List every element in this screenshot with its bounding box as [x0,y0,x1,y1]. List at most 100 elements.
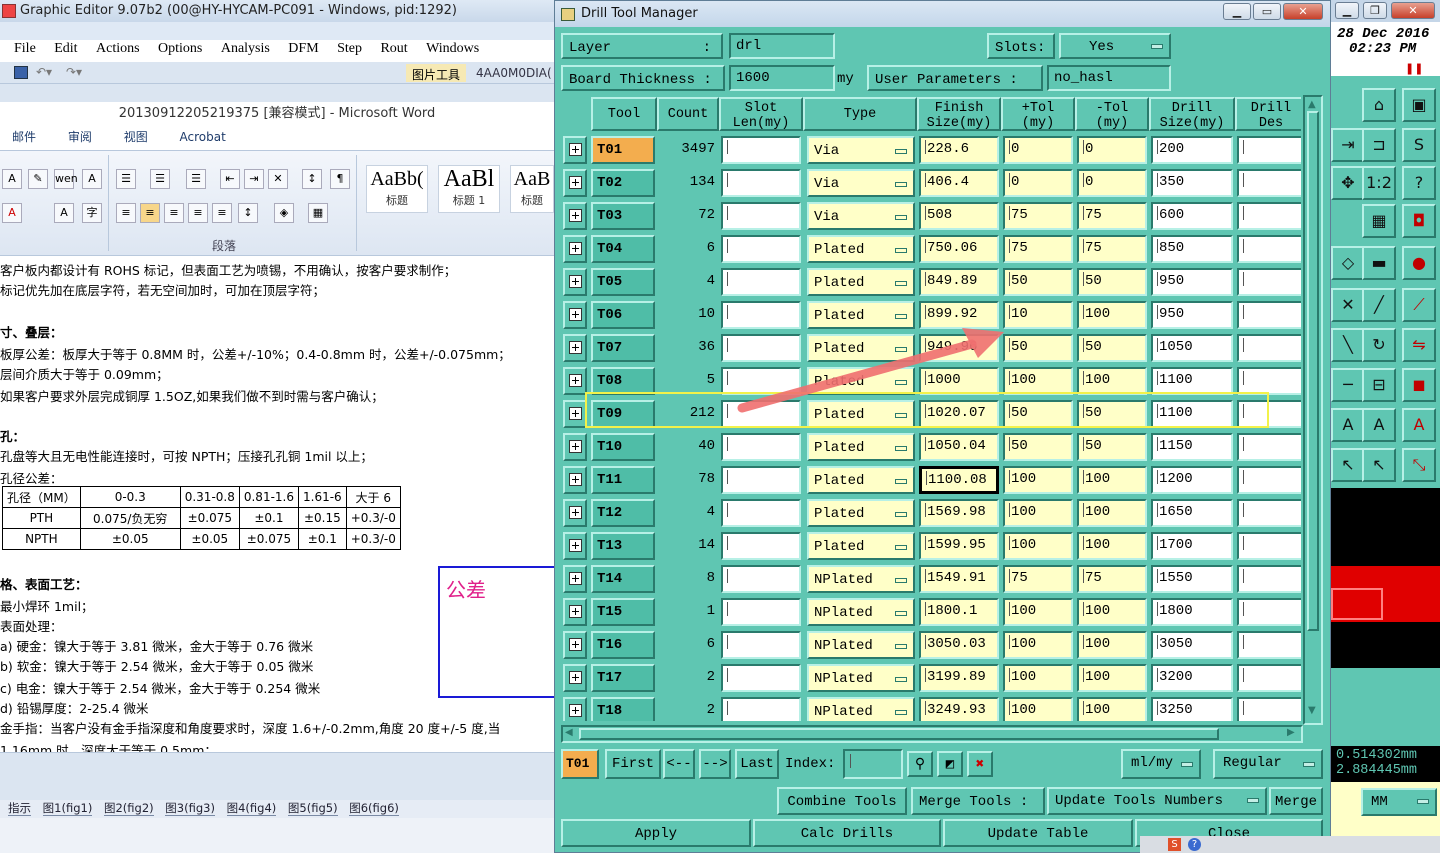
tool-cell[interactable]: T04 [591,235,655,263]
table-row[interactable]: T10 40 Plated 1050.04 50 50 1150 [561,430,1301,463]
char-shading-icon[interactable]: A [54,203,74,223]
slot-len-input[interactable] [721,631,801,659]
finish-size-input[interactable]: 1100.08 [919,466,999,494]
drill-des-input[interactable] [1237,697,1301,721]
menu-edit[interactable]: Edit [54,41,77,56]
import-icon[interactable]: ⇥ [1331,128,1365,162]
diag-icon[interactable]: ╲ [1331,328,1365,362]
tool-cell[interactable]: T06 [591,301,655,329]
plus-tol-input[interactable]: 100 [1003,664,1073,692]
slot-len-input[interactable] [721,301,801,329]
next-button[interactable]: --> [699,749,731,779]
increase-indent-icon[interactable]: ⇥ [244,169,264,189]
drill-des-input[interactable] [1237,235,1301,263]
tool-cell[interactable]: T03 [591,202,655,230]
finish-size-input[interactable]: 1800.1 [919,598,999,626]
table-row[interactable]: T18 2 NPlated 3249.93 100 100 3250 [561,694,1301,721]
align-center-icon[interactable]: ≡ [140,203,160,223]
menu-step[interactable]: Step [337,41,362,56]
line-icon[interactable]: ╱ [1362,288,1396,322]
tool-cell[interactable]: T12 [591,499,655,527]
drill-size-input[interactable]: 350 [1151,169,1233,197]
justify-icon[interactable]: ≡ [188,203,208,223]
unit-select[interactable]: MM [1361,788,1437,816]
scroll-up-icon[interactable]: ▲ [1308,99,1316,110]
cursor-b-icon[interactable]: ↖ [1362,448,1396,482]
help-icon[interactable]: ? [1402,166,1436,200]
sheet-tab[interactable]: 指示 [8,801,31,816]
drill-des-input[interactable] [1237,202,1301,230]
drill-des-input[interactable] [1237,499,1301,527]
expand-row-icon[interactable] [563,202,587,230]
maximize-button[interactable]: ▭ [1253,3,1281,20]
ruler-icon[interactable]: ▬ [1362,246,1396,280]
tool-cell[interactable]: T02 [591,169,655,197]
plus-tol-input[interactable]: 75 [1003,565,1073,593]
update-tools-numbers-select[interactable]: Update Tools Numbers [1047,787,1267,815]
type-select[interactable]: Plated [807,301,915,329]
minus-tol-input[interactable]: 100 [1077,631,1147,659]
finish-size-input[interactable]: 899.92 [919,301,999,329]
minus-tol-input[interactable]: 0 [1077,136,1147,164]
expand-row-icon[interactable] [563,169,587,197]
table-row[interactable]: T02 134 Via 406.4 0 0 350 [561,166,1301,199]
ratio-icon[interactable]: 1:2 [1362,166,1396,200]
drill-des-input[interactable] [1237,433,1301,461]
minus-tol-input[interactable]: 0 [1077,169,1147,197]
expand-row-icon[interactable] [563,301,587,329]
sheet-tab[interactable]: 图4(fig4) [226,801,277,816]
type-select[interactable]: NPlated [807,631,915,659]
index-input[interactable] [843,749,903,779]
drill-size-input[interactable]: 1700 [1151,532,1233,560]
enclose-char-icon[interactable]: 字 [82,203,102,223]
slot-len-input[interactable] [721,466,801,494]
drill-des-input[interactable] [1237,466,1301,494]
measure-icon[interactable]: ▦ [1362,204,1396,238]
frame-icon[interactable]: ⊐ [1362,128,1396,162]
expand-row-icon[interactable] [563,235,587,263]
plus-tol-input[interactable]: 75 [1003,202,1073,230]
tray-app-icon[interactable]: S [1168,838,1181,851]
font-size-icon[interactable]: A [2,169,22,189]
slot-len-input[interactable] [721,268,801,296]
sort-icon[interactable]: ↕ [302,169,322,189]
show-marks-icon[interactable]: ¶ [330,169,350,189]
units-select[interactable]: ml/my [1121,749,1201,779]
search-icon[interactable]: ⚲ [907,751,933,777]
decrease-indent-icon[interactable]: ⇤ [220,169,240,189]
components-icon[interactable]: ◘ [1402,204,1436,238]
minus-tol-input[interactable]: 75 [1077,235,1147,263]
drill-des-input[interactable] [1237,631,1301,659]
slot-len-input[interactable] [721,499,801,527]
type-select[interactable]: Plated [807,268,915,296]
pad-icon[interactable]: ● [1402,246,1436,280]
finish-size-input[interactable]: 3249.93 [919,697,999,721]
drill-size-input[interactable]: 1150 [1151,433,1233,461]
expand-row-icon[interactable] [563,400,587,428]
multilevel-list-icon[interactable]: ☰ [186,169,206,189]
menu-options[interactable]: Options [158,41,202,56]
table-row[interactable]: T01 3497 Via 228.6 0 0 200 [561,133,1301,166]
align-icon[interactable]: ⊟ [1362,368,1396,402]
plus-tol-input[interactable]: 100 [1003,466,1073,494]
slot-len-input[interactable] [721,334,801,362]
slot-len-input[interactable] [721,136,801,164]
menu-file[interactable]: File [14,41,36,56]
tab-mail[interactable]: 邮件 [12,130,36,144]
expand-row-icon[interactable] [563,631,587,659]
finish-size-input[interactable]: 1050.04 [919,433,999,461]
drill-des-input[interactable] [1237,598,1301,626]
save-icon[interactable] [14,66,28,79]
drill-des-input[interactable] [1237,334,1301,362]
tab-view[interactable]: 视图 [124,130,148,144]
line-spacing-icon[interactable]: ↕ [238,203,258,223]
tab-review[interactable]: 审阅 [68,130,92,144]
minimize-button[interactable]: ▁ [1223,3,1251,20]
first-button[interactable]: First [605,749,661,779]
minus-tol-input[interactable]: 100 [1077,697,1147,721]
slot-len-input[interactable] [721,532,801,560]
table-row[interactable]: T11 78 Plated 1100.08 100 100 1200 [561,463,1301,496]
slot-len-input[interactable] [721,565,801,593]
expand-row-icon[interactable] [563,334,587,362]
menu-actions[interactable]: Actions [96,41,140,56]
